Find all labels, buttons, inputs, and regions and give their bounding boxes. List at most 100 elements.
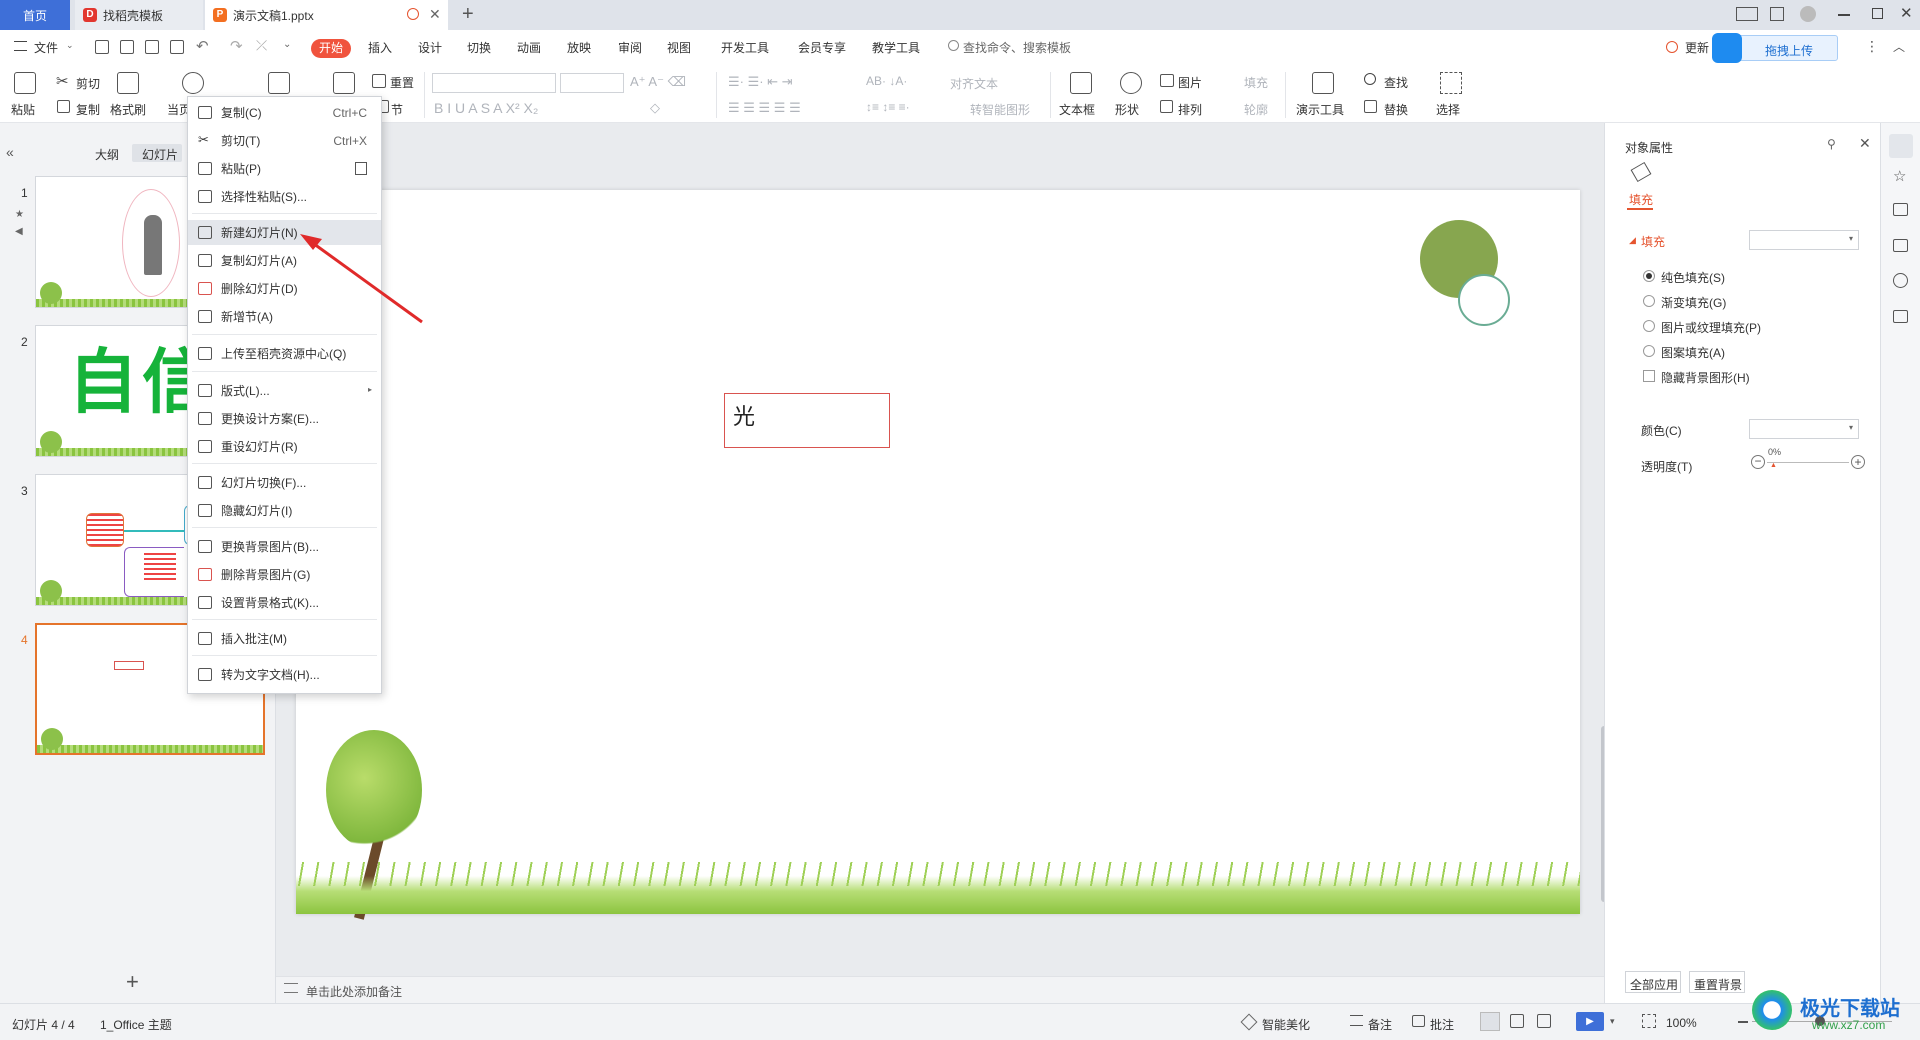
menu-item-change-bg[interactable]: 更换背景图片(B)... — [188, 534, 381, 559]
chevron-down-icon[interactable]: ⌄ — [283, 39, 291, 50]
slides-pane-icon[interactable] — [1893, 203, 1908, 216]
transparency-slider[interactable] — [1767, 462, 1849, 463]
close-window-icon[interactable]: ✕ — [1900, 4, 1913, 22]
tab-developer[interactable]: 开发工具 — [721, 39, 769, 56]
paste-options-icon[interactable] — [355, 162, 367, 175]
text-direction-buttons[interactable]: AB· ↓A· — [866, 74, 907, 88]
menu-item-paste-special[interactable]: 选择性粘贴(S)... — [188, 184, 381, 209]
section-button[interactable]: 节 — [391, 101, 403, 118]
new-tab-icon[interactable]: + — [462, 3, 474, 26]
tab-template[interactable]: D 找稻壳模板 — [75, 0, 203, 30]
tab-member[interactable]: 会员专享 — [798, 39, 846, 56]
collapse-ribbon-icon[interactable]: ︿ — [1893, 38, 1905, 55]
align-text-button[interactable]: 对齐文本 — [950, 75, 998, 92]
menu-item-reset-slide[interactable]: 重设幻灯片(R) — [188, 434, 381, 459]
menu-item-bg-format[interactable]: 设置背景格式(K)... — [188, 590, 381, 615]
tab-insert[interactable]: 插入 — [368, 39, 392, 56]
slide-4[interactable]: 光 — [296, 190, 1580, 920]
tab-start[interactable]: 开始 — [311, 39, 351, 58]
book-icon[interactable] — [1893, 310, 1908, 323]
increase-icon[interactable]: + — [1851, 455, 1865, 469]
menu-item-add-section[interactable]: 新增节(A) — [188, 304, 381, 329]
notes-placeholder[interactable]: 单击此处添加备注 — [306, 983, 402, 1000]
animation-pane-icon[interactable]: ☆ — [1893, 167, 1906, 185]
smartart-button[interactable]: 转智能图形 — [970, 101, 1030, 118]
decrease-icon[interactable]: − — [1751, 455, 1765, 469]
tab-transition[interactable]: 切换 — [467, 39, 491, 56]
redo-icon[interactable]: ↷ — [230, 37, 243, 55]
clear-format-icon[interactable]: ⤫ — [256, 37, 267, 54]
menu-item-layout[interactable]: 版式(L)... ▸ — [188, 378, 381, 403]
normal-view-icon[interactable] — [1480, 1012, 1500, 1031]
close-panel-icon[interactable]: ✕ — [1859, 135, 1871, 152]
apps-icon[interactable] — [1770, 7, 1784, 21]
print-icon[interactable] — [145, 40, 159, 54]
outline-button[interactable]: 轮廓 — [1244, 101, 1268, 118]
format-painter-button[interactable]: 格式刷 — [110, 101, 146, 118]
reset-bg-button[interactable]: 重置背景 — [1689, 971, 1745, 993]
tab-teaching[interactable]: 教学工具 — [872, 39, 920, 56]
fill-type-select[interactable]: ▾ — [1749, 230, 1859, 250]
replace-button[interactable]: 替换 — [1384, 101, 1408, 118]
zoom-level[interactable]: 100% — [1666, 1016, 1697, 1030]
menu-item-delete-bg[interactable]: 删除背景图片(G) — [188, 562, 381, 587]
chevron-down-icon[interactable]: ▾ — [1610, 1016, 1615, 1027]
select-button[interactable]: 选择 — [1436, 101, 1460, 118]
search-input[interactable]: 查找命令、搜索模板 — [963, 39, 1071, 56]
collapse-panel-icon[interactable]: « — [6, 144, 14, 160]
restore-icon[interactable] — [1872, 8, 1883, 19]
menu-file[interactable]: 文件 — [34, 39, 58, 56]
comments-button[interactable]: 批注 — [1430, 1016, 1454, 1033]
sorter-view-icon[interactable] — [1510, 1014, 1524, 1028]
panel-title[interactable]: 对象属性 — [1625, 139, 1673, 156]
close-tab-icon[interactable]: ✕ — [429, 6, 441, 23]
copy-button[interactable]: 复制 — [76, 101, 100, 118]
slider-handle[interactable]: ▲ — [1770, 462, 1777, 469]
zoom-out-icon[interactable] — [1738, 1021, 1748, 1023]
radio-pattern-fill[interactable] — [1643, 345, 1655, 357]
paste-button[interactable]: 粘贴 — [11, 101, 35, 118]
outline-circle-shape[interactable] — [1458, 274, 1510, 326]
menu-item-cut[interactable]: ✂ 剪切(T) Ctrl+X — [188, 128, 381, 153]
tab-animation[interactable]: 动画 — [517, 39, 541, 56]
notes-pane[interactable]: 单击此处添加备注 — [276, 976, 1604, 1003]
picture-pane-icon[interactable] — [1893, 239, 1908, 252]
upload-button[interactable]: 拖拽上传 — [1712, 33, 1838, 63]
font-size-buttons[interactable]: A⁺ A⁻ ⌫ — [630, 74, 686, 90]
tab-slideshow[interactable]: 放映 — [567, 39, 591, 56]
menu-item-convert-doc[interactable]: 转为文字文档(H)... — [188, 662, 381, 687]
menu-item-new-slide[interactable]: 新建幻灯片(N) — [188, 220, 381, 245]
fill-section-title[interactable]: 填充 — [1641, 233, 1665, 250]
menu-item-transition[interactable]: 幻灯片切换(F)... — [188, 470, 381, 495]
theme-icon[interactable] — [1893, 273, 1908, 288]
avatar[interactable] — [1800, 6, 1816, 22]
align-buttons[interactable]: ☰ ☰ ☰ ☰ ☰ — [728, 100, 801, 116]
notes-toggle-button[interactable]: 备注 — [1368, 1016, 1392, 1033]
update-link[interactable]: 更新 — [1685, 39, 1709, 56]
pin-icon[interactable]: ⚲ — [1827, 137, 1836, 151]
shape-button[interactable]: 形状 — [1115, 101, 1139, 118]
tab-slides[interactable]: 幻灯片 — [132, 144, 182, 162]
minimize-icon[interactable] — [1838, 14, 1850, 16]
theme-name[interactable]: 1_Office 主题 — [100, 1016, 172, 1033]
menu-item-hide-slide[interactable]: 隐藏幻灯片(I) — [188, 498, 381, 523]
radio-solid-fill[interactable] — [1643, 270, 1655, 282]
cut-button[interactable]: 剪切 — [76, 75, 100, 92]
tab-fill[interactable]: 填充 — [1629, 191, 1653, 208]
tab-design[interactable]: 设计 — [418, 39, 442, 56]
clear-format-icon[interactable]: ◇ — [650, 100, 660, 116]
textbox-button[interactable]: 文本框 — [1059, 101, 1095, 118]
hamburger-icon[interactable] — [14, 41, 27, 51]
layout-icon[interactable] — [1736, 7, 1758, 21]
properties-icon[interactable] — [1889, 134, 1913, 158]
more-icon[interactable]: ⋮ — [1865, 38, 1879, 55]
radio-gradient-fill[interactable] — [1643, 295, 1655, 307]
arrange-button[interactable]: 排列 — [1178, 101, 1202, 118]
add-slide-button[interactable]: + — [126, 971, 139, 993]
tab-document[interactable]: P 演示文稿1.pptx ✕ — [205, 0, 448, 30]
picture-button[interactable]: 图片 — [1178, 74, 1202, 91]
menu-item-duplicate-slide[interactable]: 复制幻灯片(A) — [188, 248, 381, 273]
radio-picture-fill[interactable] — [1643, 320, 1655, 332]
menu-item-copy[interactable]: 复制(C) Ctrl+C — [188, 100, 381, 125]
preview-icon[interactable] — [170, 40, 184, 54]
